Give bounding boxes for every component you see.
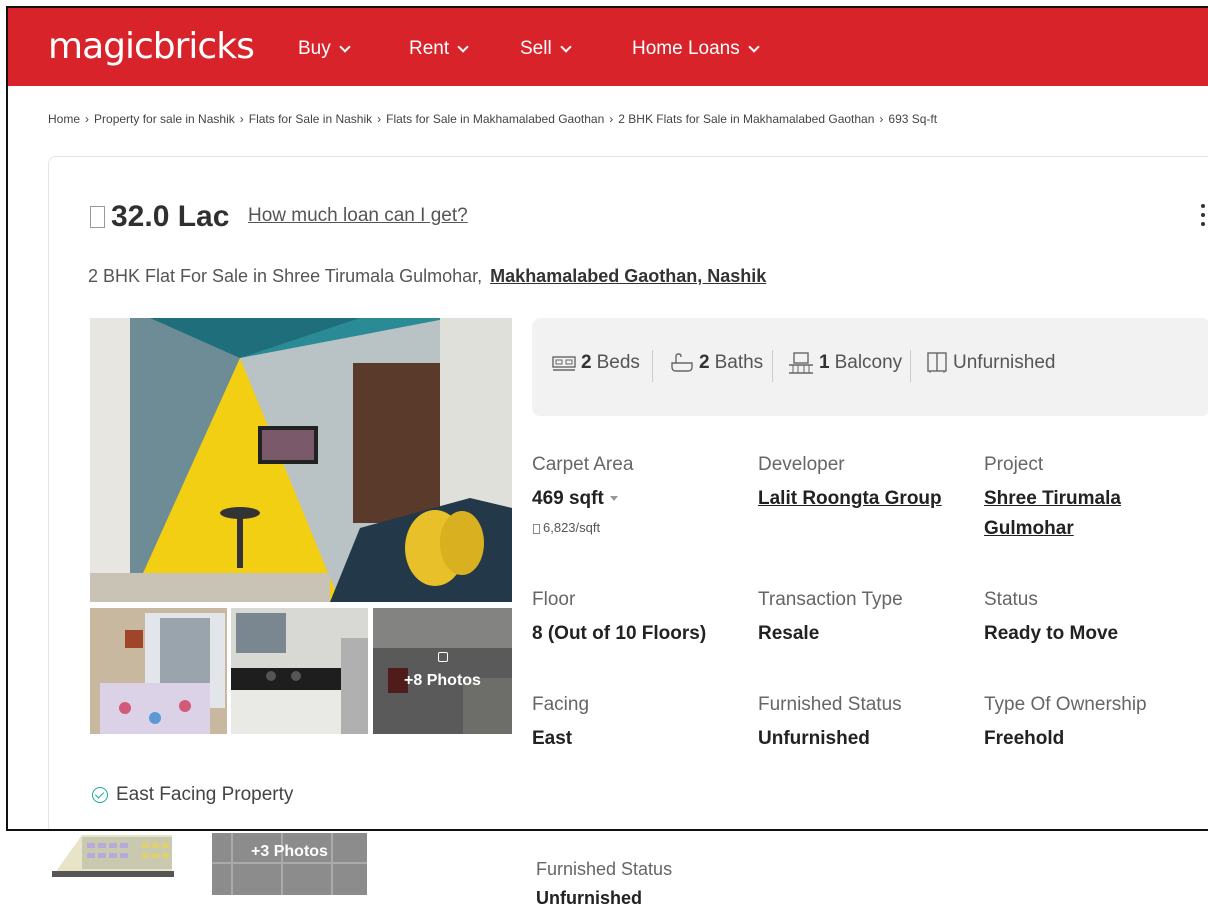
furnishing-label: Unfurnished [953, 352, 1056, 373]
bed-icon [552, 356, 576, 371]
feature-tag: East Facing Property [92, 784, 293, 806]
breadcrumb-separator-icon: › [85, 112, 90, 126]
chevron-down-icon [748, 40, 760, 53]
facilities-summary: 2 Beds 2 Baths 1 Balcony Unfurnished [532, 318, 1208, 416]
unit-dropdown-icon[interactable] [609, 496, 618, 502]
baths-label: Baths [714, 352, 764, 373]
carpet-area-label: Carpet Area [532, 454, 634, 475]
balcony-label: Balcony [834, 352, 903, 373]
facing-value: East [532, 728, 573, 749]
divider [910, 350, 911, 382]
more-options-icon[interactable] [1201, 204, 1207, 234]
nav-home-loans[interactable]: Home Loans [632, 38, 760, 60]
rupee-icon [533, 523, 540, 534]
breadcrumb-separator-icon: › [377, 112, 382, 126]
furnished-status-label-2: Furnished Status [536, 859, 673, 879]
bathtub-icon [671, 353, 693, 372]
carpet-area-value: 469 sqft [532, 488, 618, 510]
floorplan-thumbnail[interactable] [52, 833, 204, 879]
furnished-status-value: Unfurnished [758, 728, 870, 749]
breadcrumb-property-nashik[interactable]: Property for sale in Nashik [94, 112, 235, 126]
beds-count: 2 [581, 352, 592, 373]
facing-label: Facing [532, 694, 590, 715]
price: 32.0 Lac [90, 200, 229, 234]
property-title-text: 2 BHK Flat For Sale in Shree Tirumala Gu… [88, 266, 483, 286]
furnished-status-label: Furnished Status [758, 694, 902, 715]
price-value: 32.0 Lac [111, 200, 230, 233]
baths-summary: 2 Baths [670, 352, 763, 374]
feature-tag-label: East Facing Property [116, 784, 294, 805]
breadcrumb-2bhk-makhamalabed[interactable]: 2 BHK Flats for Sale in Makhamalabed Gao… [618, 112, 874, 126]
transaction-type-label: Transaction Type [758, 589, 903, 610]
status-value: Ready to Move [984, 623, 1119, 644]
carpet-area-text: 469 sqft [532, 488, 604, 509]
nav-rent-label: Rent [409, 38, 450, 59]
magicbricks-logo[interactable]: magicbricks [48, 26, 255, 67]
rupee-icon [90, 206, 105, 228]
breadcrumb-separator-icon: › [609, 112, 614, 126]
project-link-line1: Shree Tirumala [984, 488, 1121, 509]
chevron-down-icon [339, 40, 351, 53]
nav-buy[interactable]: Buy [298, 38, 351, 60]
nav-sell-label: Sell [520, 38, 552, 59]
more-photos-label-2: +3 Photos [251, 843, 328, 860]
wardrobe-icon [927, 352, 947, 373]
nav-home-loans-label: Home Loans [632, 38, 740, 59]
nav-buy-label: Buy [298, 38, 331, 59]
breadcrumb-home[interactable]: Home [48, 112, 80, 126]
loan-eligibility-link[interactable]: How much loan can I get? [248, 205, 468, 227]
main-property-photo[interactable] [90, 318, 512, 602]
photo-thumbnail-kitchen[interactable] [231, 608, 368, 734]
balcony-icon [789, 352, 813, 374]
price-per-sqft: 6,823/sqft [533, 520, 600, 535]
nav-sell[interactable]: Sell [520, 38, 572, 60]
ownership-value: Freehold [984, 728, 1065, 749]
property-title: 2 BHK Flat For Sale in Shree Tirumala Gu… [88, 266, 766, 287]
nav-rent[interactable]: Rent [409, 38, 469, 60]
breadcrumb: Home › Property for sale in Nashik › Flats… [48, 112, 937, 126]
below-fold-fragment: +3 Photos Furnished Status Unfurnished [0, 831, 1208, 908]
photo-thumbnail-more-2[interactable]: +3 Photos [212, 833, 367, 895]
developer-label: Developer [758, 454, 845, 475]
more-photos-label: +8 Photos [404, 672, 481, 689]
balcony-summary: 1 Balcony [788, 352, 902, 374]
breadcrumb-separator-icon: › [239, 112, 244, 126]
project-label: Project [984, 454, 1044, 475]
photo-thumbnail-bedroom[interactable] [90, 608, 227, 734]
breadcrumb-current: 693 Sq-ft [888, 112, 938, 126]
transaction-type-value: Resale [758, 623, 820, 644]
divider [772, 350, 773, 382]
ownership-label: Type Of Ownership [984, 694, 1147, 715]
breadcrumb-flats-makhamalabed[interactable]: Flats for Sale in Makhamalabed Gaothan [386, 112, 604, 126]
developer-link[interactable]: Lalit Roongta Group [758, 484, 942, 514]
breadcrumb-separator-icon: › [879, 112, 884, 126]
browser-viewport: magicbricks Buy Rent Sell Home Loans Hom… [6, 6, 1208, 831]
beds-label: Beds [596, 352, 640, 373]
status-label: Status [984, 589, 1038, 610]
furnished-status-value-2: Unfurnished [536, 888, 642, 908]
beds-summary: 2 Beds [552, 352, 640, 374]
check-circle-icon [92, 787, 108, 803]
furnishing-summary: Unfurnished [926, 352, 1055, 374]
chevron-down-icon [560, 40, 572, 53]
image-icon [437, 652, 448, 662]
floor-value: 8 (Out of 10 Floors) [532, 623, 707, 644]
photo-thumbnail-more[interactable]: +8 Photos [373, 608, 512, 734]
breadcrumb-flats-nashik[interactable]: Flats for Sale in Nashik [249, 112, 372, 126]
divider [652, 350, 653, 382]
price-per-sqft-text: 6,823/sqft [543, 520, 601, 535]
floor-label: Floor [532, 589, 576, 610]
site-header: magicbricks Buy Rent Sell Home Loans [8, 8, 1208, 86]
balcony-count: 1 [819, 352, 830, 373]
baths-count: 2 [699, 352, 710, 373]
more-photos-overlay[interactable]: +8 Photos [373, 608, 512, 734]
property-location-link[interactable]: Makhamalabed Gaothan, Nashik [490, 266, 766, 286]
project-link-line2: Gulmohar [984, 518, 1074, 539]
chevron-down-icon [457, 40, 469, 53]
project-link[interactable]: Shree Tirumala Gulmohar [984, 484, 1121, 544]
